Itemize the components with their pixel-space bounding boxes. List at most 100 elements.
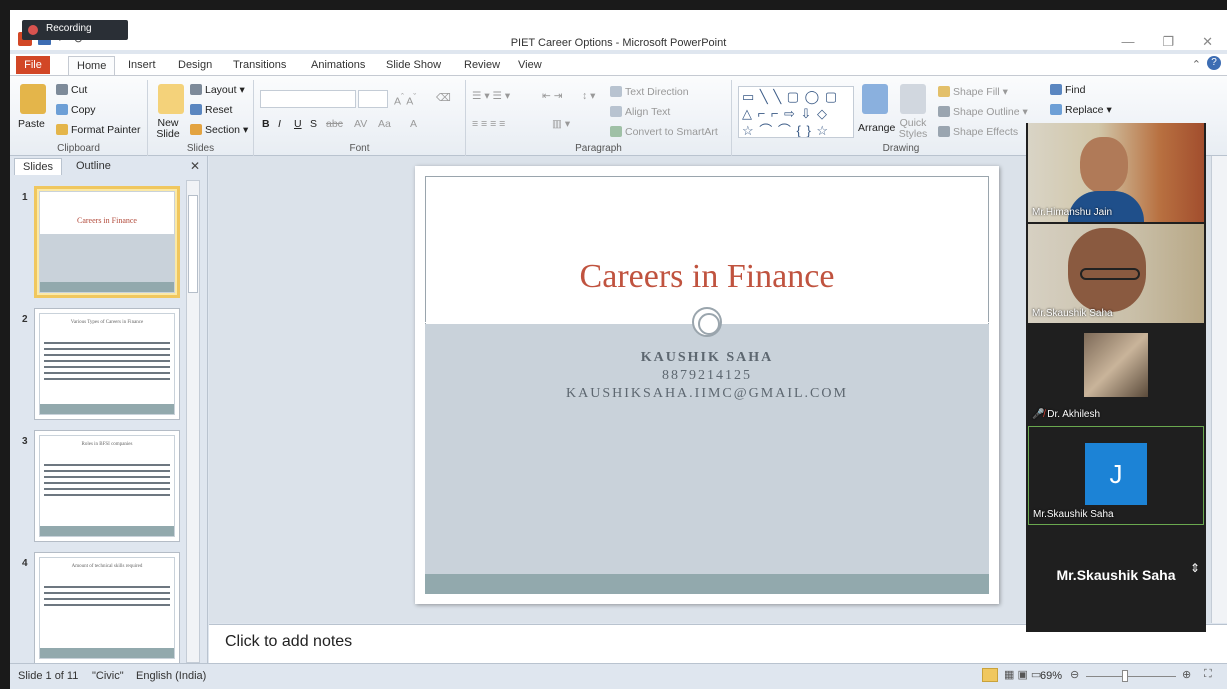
participant-tile[interactable]: Mr.Skaushik Saha — [1028, 224, 1204, 323]
slide-title[interactable]: Careers in Finance — [415, 258, 999, 296]
grow-font-icon[interactable]: Aˆ Aˇ — [394, 92, 416, 108]
columns-icon[interactable]: ▥ ▾ — [552, 118, 570, 130]
new-slide-button[interactable]: New Slide — [152, 118, 184, 140]
close-panel-icon[interactable]: ✕ — [190, 159, 200, 173]
tab-outline[interactable]: Outline — [68, 158, 119, 174]
window-controls: — ❐ ✕ — [1121, 34, 1213, 50]
copy-button[interactable]: Copy — [56, 104, 96, 116]
char-spacing-icon[interactable]: AV — [354, 118, 367, 130]
scroll-thumb[interactable] — [188, 195, 198, 293]
tab-home[interactable]: Home — [68, 56, 116, 76]
slide-email[interactable]: KAUSHIKSAHA.IIMC@GMAIL.COM — [415, 386, 999, 402]
indent-icon[interactable]: ⇤ ⇥ — [542, 90, 563, 102]
reset-button[interactable]: Reset — [190, 104, 232, 116]
slide-thumbnail-3[interactable]: Roles in BFSI companies — [34, 430, 180, 542]
participant-tile[interactable]: J Mr.Skaushik Saha — [1028, 426, 1204, 525]
font-color-icon[interactable]: A — [410, 118, 417, 130]
thumb-content — [44, 460, 170, 520]
italic-icon[interactable]: I — [278, 118, 281, 130]
shadow-icon[interactable]: S — [310, 118, 317, 130]
change-case-icon[interactable]: Aa — [378, 118, 391, 130]
find-button[interactable]: Find — [1050, 84, 1085, 96]
shape-effects-label: Shape Effects — [953, 126, 1019, 138]
tab-transitions[interactable]: Transitions — [225, 56, 294, 74]
help-icon[interactable]: ? — [1207, 56, 1221, 70]
zoom-slider-thumb[interactable] — [1122, 670, 1128, 682]
tab-view[interactable]: View — [510, 56, 550, 74]
thumb-content — [44, 338, 170, 398]
slide-thumbnail-1[interactable]: Careers in Finance — [34, 186, 180, 298]
current-slide[interactable]: Careers in Finance KAUSHIK SAHA 88792141… — [415, 166, 999, 604]
tab-review[interactable]: Review — [456, 56, 508, 74]
close-icon[interactable]: ✕ — [1202, 34, 1213, 50]
format-painter-button[interactable]: Format Painter — [56, 124, 140, 136]
section-button[interactable]: Section ▾ — [190, 124, 248, 136]
tab-animations[interactable]: Animations — [303, 56, 373, 74]
arrange-button[interactable]: Arrange — [858, 122, 895, 134]
fit-to-window-icon[interactable]: ⛶ — [1204, 668, 1212, 681]
cut-button[interactable]: Cut — [56, 84, 87, 96]
participant-tile[interactable]: Mr.Skaushik Saha ⇕ — [1028, 527, 1204, 626]
layout-button[interactable]: Layout ▾ — [190, 84, 245, 96]
shapes-gallery[interactable]: ▭ ╲ ╲ ▢ ◯ ▢ △ ⌐ ⌐ ⇨ ⇩ ◇ ☆ ⌒ ⌒ { } ☆ — [738, 86, 854, 138]
slides-panel: Slides Outline ✕ 1 Careers in Finance 2 … — [10, 156, 208, 664]
recording-label: Recording — [46, 23, 92, 34]
zoom-slider[interactable] — [1086, 676, 1176, 677]
panel-scrollbar[interactable] — [186, 180, 200, 663]
slide-thumbnail-2[interactable]: Various Types of Careers in Finance — [34, 308, 180, 420]
tab-slide-show[interactable]: Slide Show — [378, 56, 449, 74]
convert-smartart-label: Convert to SmartArt — [625, 126, 718, 138]
zoom-out-icon[interactable]: ⊖ — [1070, 668, 1079, 681]
tab-file[interactable]: File — [16, 56, 50, 74]
copy-label: Copy — [71, 104, 96, 116]
paste-icon[interactable] — [20, 84, 46, 114]
shape-outline-label: Shape Outline — [953, 106, 1020, 118]
bullets-icon[interactable]: ☰ ▾ ☰ ▾ — [472, 90, 510, 102]
align-text-button[interactable]: Align Text — [610, 106, 670, 118]
view-buttons[interactable]: ▦ ▣ ▭ — [1004, 668, 1041, 681]
participant-tile[interactable]: Mr.Himanshu Jain — [1028, 123, 1204, 222]
convert-smartart-button[interactable]: Convert to SmartArt — [610, 126, 718, 138]
zoom-level[interactable]: 69% — [1040, 670, 1062, 682]
slide-phone[interactable]: 8879214125 — [415, 368, 999, 384]
font-size-select[interactable] — [358, 90, 388, 108]
underline-icon[interactable]: U — [294, 118, 302, 130]
text-direction-icon — [610, 86, 622, 97]
new-slide-icon[interactable] — [158, 84, 184, 114]
more-participants-icon[interactable]: ⇕ — [1190, 561, 1200, 575]
slide-presenter-name[interactable]: KAUSHIK SAHA — [415, 350, 999, 366]
thumb-title: Various Types of Careers in Finance — [70, 320, 144, 325]
font-name-select[interactable] — [260, 90, 356, 108]
shape-fill-button[interactable]: Shape Fill ▾ — [938, 86, 1008, 98]
maximize-icon[interactable]: ❐ — [1162, 34, 1174, 50]
paste-button[interactable]: Paste — [18, 118, 45, 130]
normal-view-icon[interactable] — [982, 668, 998, 682]
thumb-band — [40, 234, 174, 282]
align-icons[interactable]: ≡ ≡ ≡ ≡ — [472, 118, 505, 130]
text-direction-button[interactable]: Text Direction — [610, 86, 689, 98]
slide-thumbnail-4[interactable]: Amount of technical skills required — [34, 552, 180, 664]
participant-tile[interactable]: 🎤̸ Dr. Akhilesh — [1028, 325, 1204, 424]
slides-group-label: Slides — [186, 143, 215, 154]
quick-styles-button[interactable]: Quick Styles — [896, 118, 930, 140]
quick-styles-icon[interactable] — [900, 84, 926, 114]
shape-outline-button[interactable]: Shape Outline ▾ — [938, 106, 1028, 118]
tab-design[interactable]: Design — [170, 56, 220, 74]
bold-icon[interactable]: B — [262, 118, 270, 130]
minimize-ribbon-icon[interactable]: ⌃ — [1192, 58, 1201, 71]
language-indicator[interactable]: English (India) — [136, 670, 206, 682]
clear-formatting-icon[interactable]: ⌫ — [436, 92, 451, 104]
minimize-icon[interactable]: — — [1121, 34, 1134, 50]
tab-slides[interactable]: Slides — [14, 158, 62, 175]
participant-name: 🎤̸ Dr. Akhilesh — [1032, 409, 1100, 420]
notes-placeholder[interactable]: Click to add notes — [225, 633, 352, 651]
editor-scrollbar[interactable] — [1211, 156, 1227, 623]
tab-insert[interactable]: Insert — [120, 56, 164, 74]
arrange-icon[interactable] — [862, 84, 888, 114]
line-spacing-icon[interactable]: ↕ ▾ — [582, 90, 595, 102]
replace-button[interactable]: Replace ▾ — [1050, 104, 1112, 116]
shape-effects-button[interactable]: Shape Effects — [938, 126, 1018, 138]
zoom-in-icon[interactable]: ⊕ — [1182, 668, 1191, 681]
reset-label: Reset — [205, 104, 233, 116]
strikethrough-icon[interactable]: abc — [326, 118, 343, 130]
